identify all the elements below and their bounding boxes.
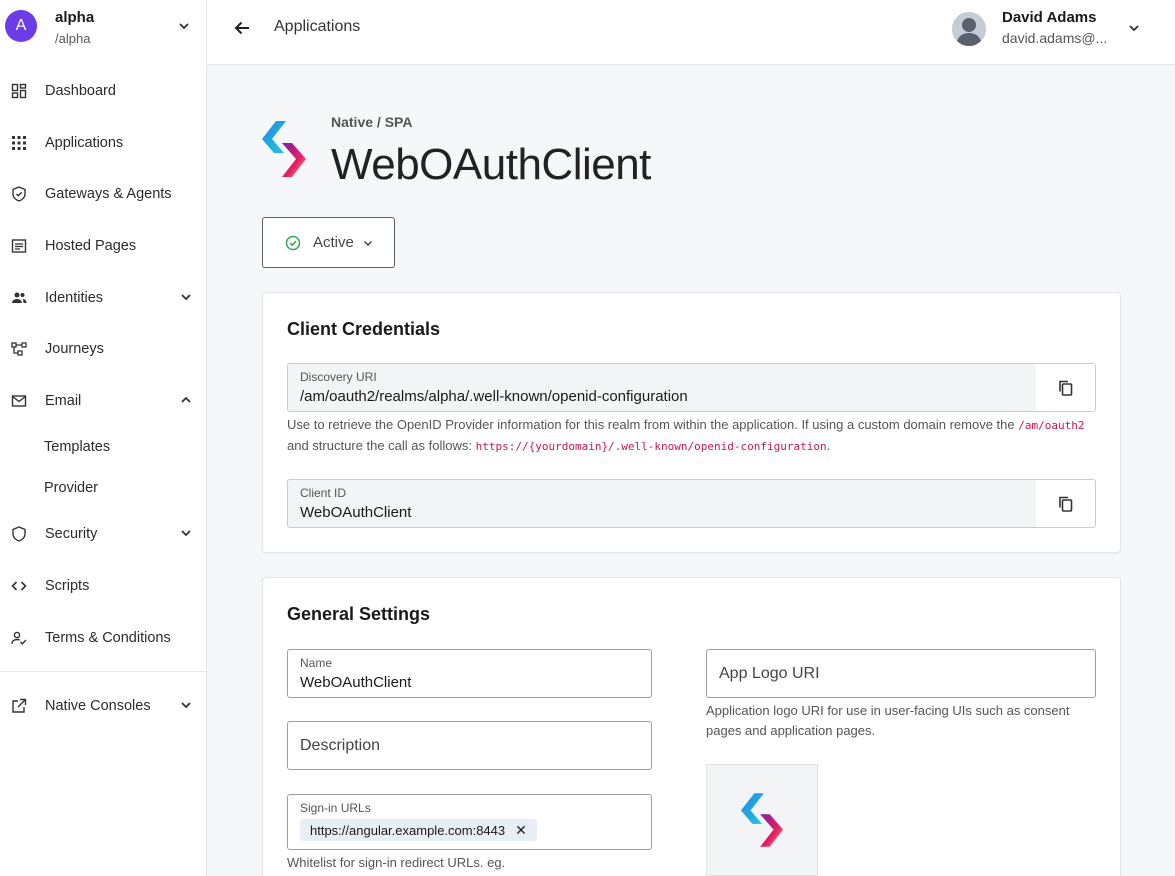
sidebar-item-label: Dashboard xyxy=(45,83,116,99)
back-arrow-icon[interactable] xyxy=(232,18,252,38)
field-placeholder: App Logo URI xyxy=(719,665,820,682)
sidebar-item-identities[interactable]: Identities xyxy=(0,283,206,313)
sidebar-item-label: Journeys xyxy=(45,341,104,357)
user-name: David Adams xyxy=(1002,9,1097,26)
mail-icon xyxy=(11,395,27,407)
url-chip: https://angular.example.com:8443 ✕ xyxy=(300,819,537,841)
sidebar-item-label: Terms & Conditions xyxy=(45,630,171,646)
sidebar-item-scripts[interactable]: Scripts xyxy=(0,571,206,601)
copy-client-id-button[interactable] xyxy=(1036,479,1096,528)
close-icon[interactable]: ✕ xyxy=(515,822,527,839)
field-label: Client ID xyxy=(300,486,347,500)
shield-check-icon xyxy=(12,186,26,202)
sidebar-divider xyxy=(0,671,206,672)
sidebar: A alpha /alpha Dashboard Applications Ga… xyxy=(0,0,207,876)
chevron-down-icon xyxy=(181,294,191,301)
sidebar-item-gateways[interactable]: Gateways & Agents xyxy=(0,179,206,209)
app-logo-icon xyxy=(741,793,784,847)
field-placeholder: Description xyxy=(300,737,381,754)
description-field[interactable]: Description xyxy=(287,721,652,770)
logo-uri-help: Application logo URI for use in user-fac… xyxy=(706,703,1070,738)
sidebar-item-terms[interactable]: Terms & Conditions xyxy=(0,623,206,653)
sidebar-item-email[interactable]: Email xyxy=(0,386,206,416)
chevron-down-icon xyxy=(181,702,191,709)
sidebar-item-provider[interactable]: Provider xyxy=(0,473,206,503)
breadcrumb: Applications xyxy=(274,18,361,35)
realm-name: alpha xyxy=(55,9,95,26)
top-bar: Applications David Adams david.adams@... xyxy=(207,0,1175,65)
sidebar-item-label: Identities xyxy=(45,290,104,306)
card-title: Client Credentials xyxy=(287,319,441,339)
external-link-icon xyxy=(12,698,27,713)
page-title: WebOAuthClient xyxy=(331,140,651,189)
sidebar-item-hosted-pages[interactable]: Hosted Pages xyxy=(0,231,206,261)
signin-urls-field[interactable]: Sign-in URLs https://angular.example.com… xyxy=(287,794,652,850)
card-title: General Settings xyxy=(287,604,431,624)
name-field[interactable]: Name WebOAuthClient xyxy=(287,649,652,698)
status-label: Active xyxy=(313,234,354,251)
help-text: . xyxy=(826,438,831,453)
chevron-down-icon xyxy=(179,23,189,30)
chevron-down-icon xyxy=(363,240,373,247)
code-snippet: /am/oauth2 xyxy=(1018,419,1085,432)
field-label: Name xyxy=(300,656,333,670)
sidebar-item-journeys[interactable]: Journeys xyxy=(0,334,206,364)
sidebar-item-label: Applications xyxy=(45,135,124,151)
sidebar-item-label: Provider xyxy=(44,480,98,496)
realm-avatar: A xyxy=(5,10,37,42)
user-silhouette-icon xyxy=(952,12,986,46)
apps-grid-icon xyxy=(12,136,26,150)
dashboard-icon xyxy=(11,83,27,99)
sidebar-item-templates[interactable]: Templates xyxy=(0,432,206,462)
app-type: Native / SPA xyxy=(331,114,413,130)
sidebar-item-label: Email xyxy=(45,393,82,409)
field-value: WebOAuthClient xyxy=(300,674,412,691)
chip-label: https://angular.example.com:8443 xyxy=(310,822,506,838)
people-icon xyxy=(12,292,27,303)
shield-icon xyxy=(12,526,26,542)
field-label: Discovery URI xyxy=(300,370,377,384)
code-snippet: https://{yourdomain}/.well-known/openid-… xyxy=(475,440,827,453)
discovery-uri-field[interactable]: Discovery URI /am/oauth2/realms/alpha/.w… xyxy=(287,363,1037,412)
realm-path: /alpha xyxy=(55,31,91,46)
chevron-down-icon xyxy=(181,530,191,537)
copy-icon xyxy=(1059,496,1073,512)
user-avatar[interactable] xyxy=(952,12,986,46)
journey-icon xyxy=(11,342,27,356)
sidebar-item-label: Hosted Pages xyxy=(45,238,137,254)
sidebar-item-dashboard[interactable]: Dashboard xyxy=(0,76,206,106)
help-text: Use to retrieve the OpenID Provider info… xyxy=(287,417,1015,432)
status-dropdown[interactable]: Active xyxy=(262,217,395,268)
check-circle-icon xyxy=(285,235,301,251)
sidebar-item-label: Scripts xyxy=(45,578,90,594)
chevron-down-icon[interactable] xyxy=(1128,24,1140,32)
user-email: david.adams@... xyxy=(1002,30,1108,46)
sidebar-item-security[interactable]: Security xyxy=(0,519,206,549)
copy-icon xyxy=(1059,380,1073,396)
realm-switcher[interactable]: A alpha /alpha xyxy=(0,0,206,54)
copy-discovery-uri-button[interactable] xyxy=(1036,363,1096,412)
client-id-field[interactable]: Client ID WebOAuthClient xyxy=(287,479,1037,528)
app-logo-icon xyxy=(262,121,306,177)
help-text: and structure the call as follows: xyxy=(287,438,472,453)
field-value: /am/oauth2/realms/alpha/.well-known/open… xyxy=(300,388,688,405)
sidebar-item-label: Templates xyxy=(44,439,111,455)
signin-help: Whitelist for sign-in redirect URLs. eg. xyxy=(287,855,506,870)
app-logo-uri-field[interactable]: App Logo URI xyxy=(706,649,1096,698)
person-check-icon xyxy=(11,631,27,645)
sidebar-item-applications[interactable]: Applications xyxy=(0,128,206,158)
code-icon xyxy=(11,581,27,591)
field-value: WebOAuthClient xyxy=(300,504,412,521)
field-label: Sign-in URLs xyxy=(300,801,371,815)
sidebar-item-label: Security xyxy=(45,526,98,542)
sidebar-item-label: Gateways & Agents xyxy=(45,186,172,202)
sidebar-item-label: Native Consoles xyxy=(45,698,151,714)
sidebar-item-native-consoles[interactable]: Native Consoles xyxy=(0,691,206,721)
logo-preview xyxy=(706,764,818,876)
page-icon xyxy=(11,239,27,253)
chevron-up-icon xyxy=(181,396,191,403)
discovery-help: Use to retrieve the OpenID Provider info… xyxy=(287,415,1087,457)
